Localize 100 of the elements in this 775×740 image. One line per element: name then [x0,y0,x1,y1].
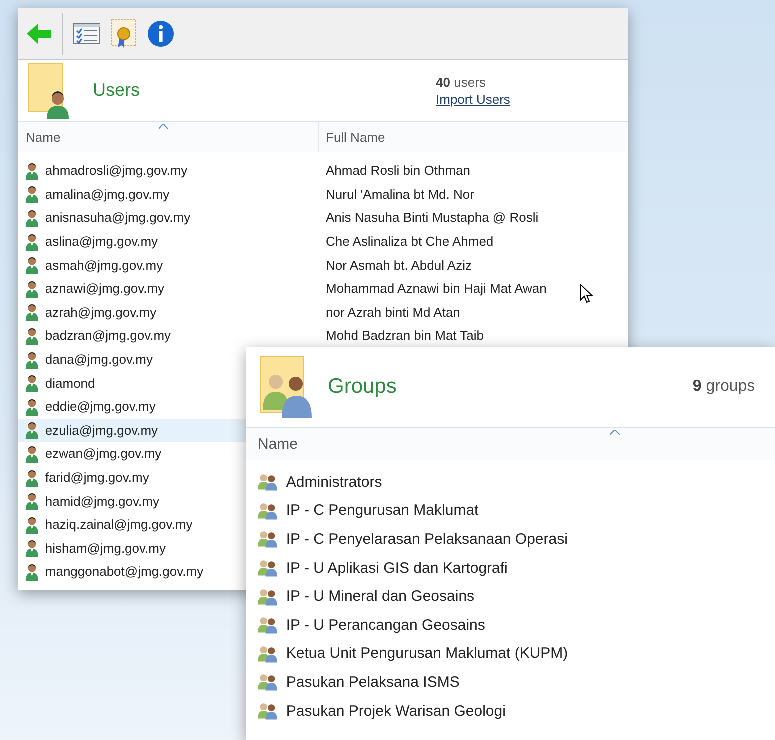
user-icon [25,539,40,558]
user-icon [25,516,40,534]
user-name: aznawi@jmg.gov.my [45,281,165,296]
user-row[interactable]: manggonabot@jmg.gov.my [18,560,246,584]
user-row[interactable]: badzran@jmg.gov.my Mohd Badzran bin Mat Taib [18,324,628,348]
group-row[interactable]: IP - U Mineral dan Geosains [246,582,775,611]
user-row[interactable]: aslina@jmg.gov.my Che Aslinaliza bt Che Ahmed [18,230,628,254]
user-name: hisham@jmg.gov.my [45,540,166,556]
column-header[interactable]: Full Name [319,122,628,152]
user-row[interactable]: azrah@jmg.gov.my nor Azrah binti Md Atan [18,300,628,324]
user-icon [25,492,40,510]
group-icon [257,473,280,492]
user-name: ezulia@jmg.gov.my [45,422,158,438]
user-name: aslina@jmg.gov.my [45,234,158,250]
full-name: Ahmad Rosli bin Othman [326,163,471,178]
full-name: Anis Nasuha Binti Mustapha @ Rosli [326,210,539,226]
user-name: dana@jmg.gov.my [45,352,154,368]
group-name: IP - C Pengurusan Maklumat [286,502,479,520]
group-row[interactable]: IP - U Perancangan Geosains [246,610,775,640]
column-header[interactable]: Name [18,122,319,152]
user-icon [25,468,40,487]
mouse-pointer-icon [580,284,594,304]
user-name: badzran@jmg.gov.my [45,328,172,344]
full-name: Nurul 'Amalina bt Md. Nor [326,186,474,202]
user-row[interactable]: eddie@jmg.gov.my [18,394,246,419]
import-users-link[interactable]: Import Users [436,92,510,106]
group-icon [257,530,280,548]
group-name: IP - U Perancangan Geosains [286,616,486,634]
user-name: amalina@jmg.gov.my [45,186,170,202]
groups-title: Groups [328,375,397,399]
column-header[interactable]: Name [246,428,775,460]
user-icon [25,162,40,180]
user-icon [25,256,40,274]
user-name: hamid@jmg.gov.my [45,494,160,509]
group-name: Pasukan Projek Warisan Geologi [286,702,506,720]
user-name: farid@jmg.gov.my [45,470,150,486]
user-row[interactable]: diamond [18,371,246,395]
full-name: Mohd Badzran bin Mat Taib [326,328,484,344]
user-row[interactable]: asmah@jmg.gov.my Nor Asmah bt. Abdul Aziz [18,253,628,277]
user-icon [25,185,40,204]
group-icon [257,588,280,606]
group-row[interactable]: Pasukan Projek Warisan Geologi [246,696,775,726]
group-icon [257,702,280,720]
user-name: diamond [45,376,96,391]
full-name: Mohammad Aznawi bin Haji Mat Awan [326,281,547,296]
folder-user-icon [28,62,72,118]
user-icon [25,374,40,392]
user-row[interactable]: anisnasuha@jmg.gov.my Anis Nasuha Binti Mustapha @ Rosli [18,206,628,230]
group-row[interactable]: IP - U Aplikasi GIS dan Kartografi [246,554,775,582]
group-row[interactable]: IP - C Pengurusan Maklumat [246,496,775,526]
user-row[interactable]: farid@jmg.gov.my [18,466,246,490]
checklist-button[interactable] [71,20,103,46]
user-row[interactable]: ezulia@jmg.gov.my [18,418,246,442]
group-name: IP - C Penyelarasan Pelaksanaan Operasi [286,530,568,548]
user-icon [25,280,40,298]
group-row[interactable]: Pasukan Pelaksana ISMS [246,668,775,697]
user-icon [25,303,40,322]
user-icon [25,232,40,251]
user-icon [25,421,40,440]
full-name: nor Azrah binti Md Atan [326,304,460,320]
group-row[interactable]: Administrators [246,468,775,497]
group-icon [257,673,280,692]
user-name: manggonabot@jmg.gov.my [45,564,204,580]
certificate-icon [111,18,137,48]
user-row[interactable]: hisham@jmg.gov.my [18,536,246,560]
user-icon [25,562,40,581]
user-name: ahmadrosli@jmg.gov.my [45,163,188,178]
user-icon [25,326,40,345]
group-name: IP - U Aplikasi GIS dan Kartografi [286,560,508,577]
user-name: haziq.zainal@jmg.gov.my [45,517,193,532]
group-row[interactable]: Ketua Unit Pengurusan Maklumat (KUPM) [246,640,775,668]
group-name: IP - U Mineral dan Geosains [286,588,475,606]
user-icon [25,398,40,416]
user-row[interactable]: ahmadrosli@jmg.gov.my Ahmad Rosli bin Othman [18,159,628,183]
user-icon [25,444,40,463]
user-row[interactable]: dana@jmg.gov.my [18,348,246,372]
user-row[interactable]: hamid@jmg.gov.my [18,489,246,513]
certificate-button[interactable] [109,16,139,50]
group-icon [257,644,280,663]
user-row[interactable]: amalina@jmg.gov.my Nurul 'Amalina bt Md. Nor [18,182,628,206]
group-name: Administrators [286,474,382,491]
group-icon [257,559,280,578]
user-row[interactable]: aznawi@jmg.gov.my Mohammad Aznawi bin Haji Mat Awan [18,276,628,301]
group-name: Ketua Unit Pengurusan Maklumat (KUPM) [286,645,568,662]
user-row[interactable]: haziq.zainal@jmg.gov.my [18,512,246,536]
full-name: Che Aslinaliza bt Che Ahmed [326,234,494,250]
user-icon [25,208,40,227]
user-count: 40 users [436,74,487,90]
back-arrow-icon [26,22,52,44]
user-name: anisnasuha@jmg.gov.my [45,210,191,226]
users-title: Users [93,80,140,101]
group-row[interactable]: IP - C Penyelarasan Pelaksanaan Operasi [246,525,775,554]
user-name: asmah@jmg.gov.my [45,258,164,273]
full-name: Nor Asmah bt. Abdul Aziz [326,258,472,273]
user-name: azrah@jmg.gov.my [45,304,157,320]
user-row[interactable]: ezwan@jmg.gov.my [18,442,246,466]
user-name: ezwan@jmg.gov.my [45,446,162,462]
user-icon [25,350,40,369]
info-icon [147,20,175,48]
checklist-icon [73,22,101,44]
